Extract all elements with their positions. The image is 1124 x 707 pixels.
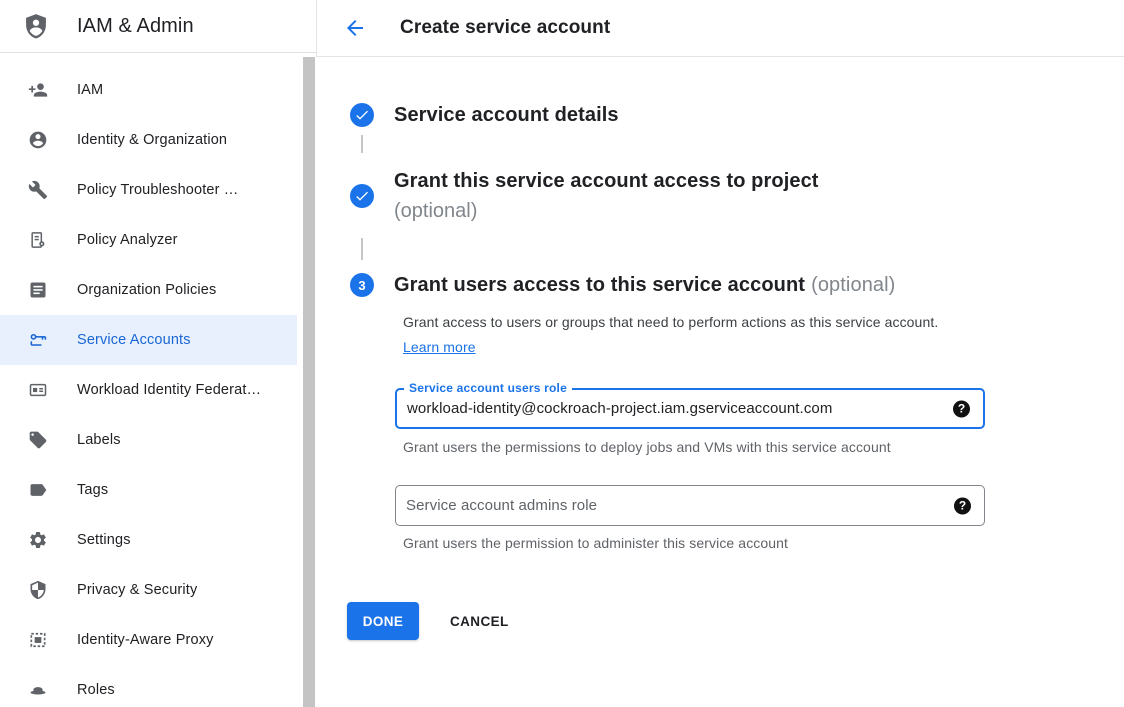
person-add-icon (28, 80, 48, 100)
page-title: Create service account (400, 17, 610, 39)
admins-role-field: ? (395, 485, 985, 526)
sidebar-item-service-accounts[interactable]: Service Accounts (0, 315, 297, 365)
sidebar-item-label: Workload Identity Federat… (77, 382, 261, 398)
page-header: Create service account (316, 0, 1124, 57)
users-role-input[interactable] (397, 390, 935, 427)
sidebar-header: IAM & Admin (0, 0, 316, 53)
document-gear-icon (28, 230, 48, 250)
users-role-field: Service account users role ? (395, 388, 985, 429)
help-icon[interactable]: ? (954, 497, 971, 514)
users-role-helper-text: Grant users the permissions to deploy jo… (403, 439, 891, 455)
sidebar-item-policy-troubleshooter[interactable]: Policy Troubleshooter … (0, 165, 297, 215)
sidebar-item-label: Identity-Aware Proxy (77, 632, 214, 648)
sidebar: IAM & Admin IAM Identity & Organization … (0, 0, 316, 707)
step-2-optional-label: (optional) (394, 196, 819, 226)
service-account-key-icon (28, 330, 48, 350)
label-arrow-icon (28, 480, 48, 500)
sidebar-item-label: Service Accounts (77, 332, 191, 348)
help-icon[interactable]: ? (953, 400, 970, 417)
sidebar-scrollbar-thumb[interactable] (303, 57, 315, 707)
proxy-grid-icon (28, 630, 48, 650)
sidebar-item-label: Policy Analyzer (77, 232, 178, 248)
id-card-icon (28, 380, 48, 400)
sidebar-item-organization-policies[interactable]: Organization Policies (0, 265, 297, 315)
sidebar-item-roles[interactable]: Roles (0, 665, 297, 707)
sidebar-item-label: Privacy & Security (77, 582, 197, 598)
grant-access-description: Grant access to users or groups that nee… (403, 310, 965, 360)
arrow-left-icon (343, 16, 367, 40)
admins-role-input[interactable] (396, 486, 936, 525)
shield-half-icon (28, 580, 48, 600)
sidebar-item-tags[interactable]: Tags (0, 465, 297, 515)
step-connector (361, 135, 363, 153)
step-1-check-icon (350, 103, 374, 127)
step-2-check-icon (350, 184, 374, 208)
sidebar-item-label: IAM (77, 82, 103, 98)
cancel-button[interactable]: CANCEL (450, 602, 509, 640)
done-button[interactable]: DONE (347, 602, 419, 640)
sidebar-nav: IAM Identity & Organization Policy Troub… (0, 53, 316, 707)
sidebar-item-label: Settings (77, 532, 131, 548)
sidebar-item-workload-identity-federation[interactable]: Workload Identity Federat… (0, 365, 297, 415)
sidebar-item-identity-aware-proxy[interactable]: Identity-Aware Proxy (0, 615, 297, 665)
step-3-title: Grant users access to this service accou… (394, 274, 895, 297)
iam-admin-shield-icon (22, 12, 50, 40)
sidebar-item-label: Identity & Organization (77, 132, 227, 148)
sidebar-item-label: Policy Troubleshooter … (77, 182, 238, 198)
sidebar-item-labels[interactable]: Labels (0, 415, 297, 465)
back-button[interactable] (343, 16, 367, 40)
sidebar-item-label: Labels (77, 432, 121, 448)
step-2-title: Grant this service account access to pro… (394, 166, 819, 196)
wrench-icon (28, 180, 48, 200)
sidebar-item-label: Roles (77, 682, 115, 698)
admins-role-helper-text: Grant users the permission to administer… (403, 535, 788, 551)
sidebar-item-iam[interactable]: IAM (0, 65, 297, 115)
step-connector (361, 238, 363, 260)
step-1: Service account details (350, 103, 619, 127)
sidebar-item-identity-organization[interactable]: Identity & Organization (0, 115, 297, 165)
gear-icon (28, 530, 48, 550)
step-3-number-badge: 3 (350, 273, 374, 297)
step-3: 3 Grant users access to this service acc… (350, 273, 895, 297)
sidebar-item-privacy-security[interactable]: Privacy & Security (0, 565, 297, 615)
learn-more-link[interactable]: Learn more (403, 339, 476, 355)
sidebar-item-label: Tags (77, 482, 108, 498)
app-window: IAM & Admin IAM Identity & Organization … (0, 0, 1124, 707)
sidebar-item-label: Organization Policies (77, 282, 216, 298)
step-2: Grant this service account access to pro… (350, 166, 819, 226)
tag-icon (28, 430, 48, 450)
step-3-optional-label: (optional) (811, 274, 895, 296)
product-name: IAM & Admin (77, 15, 194, 38)
step-1-title: Service account details (394, 104, 619, 127)
create-service-account-form: Service account details Grant this servi… (316, 57, 1124, 707)
hat-icon (28, 680, 48, 700)
main-panel: Create service account Service account d… (316, 0, 1124, 707)
sidebar-item-settings[interactable]: Settings (0, 515, 297, 565)
article-icon (28, 280, 48, 300)
account-circle-icon (28, 130, 48, 150)
sidebar-item-policy-analyzer[interactable]: Policy Analyzer (0, 215, 297, 265)
